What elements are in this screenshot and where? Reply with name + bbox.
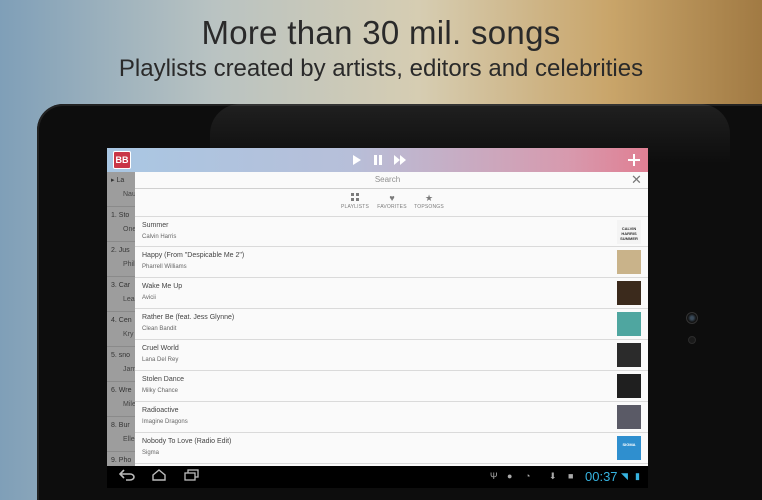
list-item-title: ▸ La (111, 177, 125, 184)
list-item[interactable]: 5. sno Jam (107, 347, 137, 382)
tab-label: FAVORITES (377, 204, 407, 210)
song-row[interactable]: Stolen Dance Milky Chance (135, 371, 648, 402)
song-artist: Imagine Dragons (142, 419, 188, 425)
camera-icon (686, 312, 698, 324)
song-title: Happy (From "Despicable Me 2") (142, 252, 245, 259)
song-artist: Calvin Harris (142, 234, 177, 240)
list-item-subtitle: Nau (123, 191, 136, 198)
heart-icon: ♥ (389, 193, 395, 203)
list-item[interactable]: 2. Jus Phil (107, 242, 135, 277)
list-item[interactable]: 1. Sto One (107, 207, 137, 242)
system-nav-bar: Ψ ● ◔ ⬇ ■ 00:37 ◥ ▮ (107, 466, 648, 488)
tab-playlists[interactable]: PLAYLISTS (335, 192, 375, 210)
list-item-subtitle: Jam (123, 366, 137, 373)
song-title: Stolen Dance (142, 376, 185, 383)
song-row[interactable]: Nobody To Love (Radio Edit) Sigma SIGMA (135, 433, 648, 464)
list-item-title: 3. Car (111, 282, 131, 289)
list-item-title: 1. Sto (111, 212, 130, 219)
sensor-dot (688, 336, 696, 344)
tab-label: TOPSONGS (414, 204, 444, 210)
list-item-title: 8. Bur (111, 422, 130, 429)
list-item-subtitle: Kry (123, 331, 134, 338)
tab-topsongs[interactable]: ★ TOPSONGS (409, 192, 449, 210)
album-cover[interactable]: SIGMA (617, 436, 641, 460)
album-cover[interactable] (617, 312, 641, 336)
album-cover[interactable] (617, 405, 641, 429)
back-icon[interactable] (118, 469, 135, 484)
tab-label: PLAYLISTS (340, 204, 370, 210)
home-icon[interactable] (151, 469, 167, 484)
wifi-icon: ◥ (621, 471, 628, 481)
battery-icon: ▮ (635, 471, 640, 481)
tab-bar: PLAYLISTS ♥ FAVORITES ★ TOPSONGS (135, 192, 648, 216)
album-cover[interactable]: CALVIN HARRIS SUMMER (617, 220, 641, 244)
play-icon[interactable] (352, 151, 362, 171)
recents-icon[interactable] (184, 469, 200, 484)
song-title: Radioactive (142, 407, 179, 414)
list-item[interactable]: ▸ La Nau (107, 172, 136, 207)
song-title: Wake Me Up (142, 283, 183, 290)
album-cover[interactable] (617, 250, 641, 274)
list-item-title: 4. Cen (111, 317, 132, 324)
list-item[interactable]: 6. Wre Mile (107, 382, 136, 417)
briefcase-icon: ■ (568, 471, 574, 481)
pause-icon[interactable] (373, 151, 383, 171)
list-item-subtitle: Elle (123, 436, 135, 443)
song-row[interactable]: Radioactive Imagine Dragons (135, 402, 648, 433)
album-cover-text: CALVIN HARRIS SUMMER (620, 226, 638, 241)
song-artist: Clean Bandit (142, 326, 177, 332)
list-item-subtitle: Phil (123, 261, 135, 268)
song-artist: Pharrell Williams (142, 264, 187, 270)
song-row[interactable]: Happy (From "Despicable Me 2") Pharrell W… (135, 247, 648, 278)
search-bar[interactable]: Search ✕ (135, 172, 648, 189)
alert-icon: ● (507, 471, 513, 481)
grid-icon (335, 192, 375, 204)
song-title: Summer (142, 222, 169, 229)
song-title: Cruel World (142, 345, 179, 352)
status-clock: 00:37 (585, 469, 618, 484)
song-artist: Lana Del Rey (142, 357, 179, 363)
star-icon: ★ (424, 193, 434, 203)
tablet-screen: BB ▸ La Nau 1. Sto One 2. Jus Phil 3. Car Lea 4.… (107, 148, 648, 488)
song-artist: Milky Chance (142, 388, 179, 394)
background-playlist: ▸ La Nau 1. Sto One 2. Jus Phil 3. Car Lea 4. Ce… (107, 172, 137, 487)
download-icon: ⬇ (549, 471, 557, 481)
song-list: Summer Calvin Harris CALVIN HARRIS SUMMER H… (135, 216, 648, 464)
list-item[interactable]: 3. Car Lea (107, 277, 135, 312)
app-logo[interactable]: BB (113, 151, 131, 169)
list-item[interactable]: 4. Cen Kry (107, 312, 135, 347)
sync-icon: ◔ (525, 471, 531, 481)
album-cover[interactable] (617, 343, 641, 367)
song-row[interactable]: Cruel World Lana Del Rey (135, 340, 648, 371)
list-item-subtitle: Lea (123, 296, 135, 303)
promo-subline: Playlists created by artists, editors an… (118, 55, 644, 82)
plus-icon[interactable] (628, 151, 640, 171)
list-item-subtitle: One (123, 226, 137, 233)
app-top-bar: BB (107, 148, 648, 172)
fast-forward-icon[interactable] (393, 151, 407, 171)
promo-headline: More than 30 mil. songs (201, 14, 561, 51)
song-row[interactable]: Rather Be (feat. Jess Glynne) Clean Bandi… (135, 309, 648, 340)
list-item-title: 5. sno (111, 352, 131, 359)
tab-favorites[interactable]: ♥ FAVORITES (372, 192, 412, 210)
search-input[interactable]: Search (135, 175, 640, 184)
album-cover-text: SIGMA (622, 442, 636, 447)
list-item-title: 6. Wre (111, 387, 132, 394)
song-title: Rather Be (feat. Jess Glynne) (142, 314, 235, 321)
song-title: Nobody To Love (Radio Edit) (142, 438, 232, 445)
song-artist: Sigma (142, 450, 160, 456)
list-item[interactable]: 8. Bur Elle (107, 417, 135, 452)
search-panel: Search ✕ PLAYLISTS ♥ FAVORITES ★ TOPSONG… (135, 172, 648, 466)
album-cover[interactable] (617, 374, 641, 398)
song-row[interactable]: Summer Calvin Harris CALVIN HARRIS SUMMER (135, 216, 648, 247)
close-icon[interactable]: ✕ (631, 172, 642, 187)
song-row[interactable]: Wake Me Up Avicii (135, 278, 648, 309)
album-cover[interactable] (617, 281, 641, 305)
usb-icon: Ψ (490, 471, 498, 481)
song-artist: Avicii (142, 295, 156, 301)
list-item-subtitle: Mile (123, 401, 136, 408)
list-item-title: 2. Jus (111, 247, 130, 254)
